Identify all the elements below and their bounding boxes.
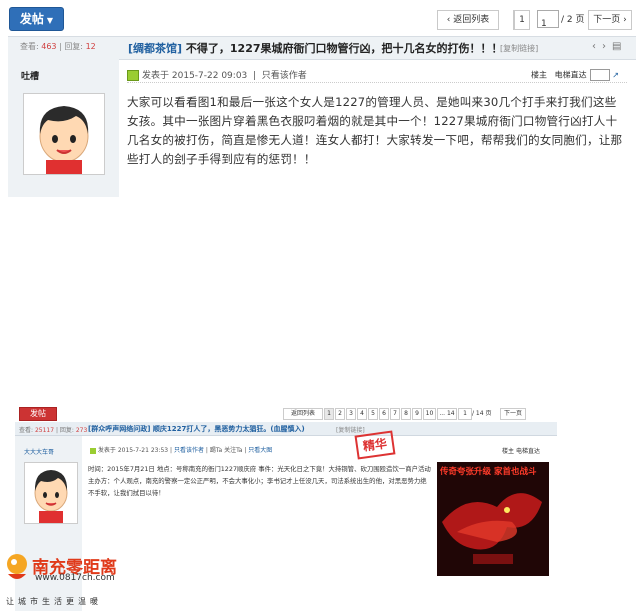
watermark-site: www.0817ch.com	[35, 573, 115, 583]
jump-go-icon[interactable]: ↗	[612, 71, 619, 80]
kick-link[interactable]: 踢Ta	[210, 447, 222, 454]
post-body: 大家可以看看图1和最后一张这个女人是1227的管理人员、是她叫来30几个打手来打…	[127, 93, 627, 169]
page-btn-5[interactable]: 5	[368, 408, 378, 420]
prev-thread-icon: ‹	[592, 41, 602, 52]
copy-link-button[interactable]: [复制链接]	[500, 43, 538, 54]
bottom-post-section: 发帖 返回列表 1 2 3 4 5 6 7 8 9 10 ... 14 1 / …	[0, 200, 639, 611]
thread-category-tag[interactable]: [绸都茶馆]	[128, 42, 182, 55]
page-btn-7[interactable]: 7	[390, 408, 400, 420]
post-time: 2015-7-22 09:03	[171, 71, 248, 81]
page-btn-10[interactable]: 10	[423, 408, 436, 420]
page-btn-8[interactable]: 8	[401, 408, 411, 420]
page-1-button-cur[interactable]: 1	[514, 10, 530, 30]
page-jump-value: 1	[541, 19, 547, 29]
next-page-button-2[interactable]: 下一页	[500, 408, 526, 420]
ad-dragon-image	[437, 462, 549, 576]
next-page-button[interactable]: 下一页 ›	[588, 10, 632, 30]
next-page-label: 下一页	[593, 15, 621, 25]
new-post-label: 发帖	[19, 12, 44, 26]
watermark-slogan: 让城市生活更温暖	[6, 597, 102, 606]
game-ad-banner[interactable]	[437, 462, 549, 576]
avatar-cartoon-icon	[39, 106, 89, 174]
avatar-cartoon-icon-2	[34, 470, 68, 523]
thread-title-2: [群众呼声网络问政] 顺庆1227打人了，黑恶势力太猖狂。(血腥慎入)	[88, 425, 305, 433]
thread-title: [绸都茶馆] 不得了，1227果城府衙门口物管行凶，把十几名女的打伤！！！	[128, 40, 503, 56]
author-name[interactable]: 吐槽	[21, 69, 39, 82]
jump-label: 电梯直达	[554, 70, 587, 80]
avatar[interactable]	[23, 93, 105, 175]
thread-title-text: 不得了，1227果城府衙门口物管行凶，把十几名女的打伤！！！	[185, 42, 503, 55]
jump-input[interactable]	[589, 69, 610, 81]
page-btn-6[interactable]: 6	[379, 408, 389, 420]
only-author-link-2[interactable]: 只看该作者	[174, 447, 204, 454]
thread-stats-2: 查看: 25117 | 回复: 273	[19, 427, 88, 434]
page-btn-9[interactable]: 9	[412, 408, 422, 420]
online-status-icon	[127, 70, 139, 81]
page-btn-4[interactable]: 4	[357, 408, 367, 420]
new-post-button[interactable]: 发帖 ▼	[9, 7, 64, 31]
page-total-2: / 14 页	[472, 410, 492, 417]
copy-link-button-2[interactable]: [复制链接]	[336, 425, 365, 434]
page-btn-1[interactable]: 1	[324, 408, 334, 420]
page-btn-3[interactable]: 3	[346, 408, 356, 420]
post-meta-2: 发表于 2015-7-21 23:53 | 只看该作者 | 踢Ta 关注Ta |…	[90, 445, 272, 454]
post-meta: 发表于 2015-7-22 09:03 | 只看该作者	[127, 68, 307, 81]
author-name-2[interactable]: 大大大车哥	[24, 447, 54, 456]
online-status-icon-2	[90, 447, 96, 454]
page-jump-input-2[interactable]: 1	[458, 408, 472, 420]
floor-label: 楼主	[531, 70, 547, 80]
page-btn-last[interactable]: ... 14	[437, 408, 457, 420]
ad-title: 传奇夸张升级 家首也战斗	[440, 467, 537, 477]
new-post-button-2[interactable]: 发帖	[19, 407, 57, 421]
site-logo-icon	[2, 550, 32, 588]
top-post-section: 发帖▼ ‹ 返回列表 1 1 1 / 2 页 下一页 › 查看: 463 | 回…	[0, 0, 639, 200]
back-to-list-label: 返回列表	[453, 15, 490, 25]
follow-link[interactable]: 关注Ta	[224, 447, 242, 454]
essence-stamp: 精华	[354, 430, 396, 460]
floor-controls: 楼主 电梯直达 ↗	[531, 69, 619, 81]
floor-controls-2: 楼主 电梯直达	[502, 448, 540, 455]
page-jump-input[interactable]: 1	[537, 10, 559, 29]
avatar-2[interactable]	[24, 462, 78, 524]
post-body-2: 时间：2015年7月21日 地点：号称南充的衙门1227顺庆府 事件：光天化日之…	[88, 465, 431, 497]
divider	[127, 82, 627, 83]
thread-tool-icons[interactable]: ‹›▤	[592, 41, 627, 52]
back-to-list-button[interactable]: ‹ 返回列表	[437, 10, 499, 30]
page-btn-2[interactable]: 2	[335, 408, 345, 420]
dropdown-caret-icon: ▼	[46, 16, 54, 25]
print-icon: ▤	[612, 41, 628, 52]
post-paragraph: 大家可以看看图1和最后一张这个女人是1227的管理人员、是她叫来30几个打手来打…	[127, 95, 623, 166]
back-to-list-button-2[interactable]: 返回列表	[283, 408, 323, 420]
only-author-link[interactable]: 只看该作者	[262, 71, 307, 81]
next-thread-icon: ›	[602, 41, 612, 52]
big-image-link[interactable]: 只看大图	[248, 447, 272, 454]
page-total: / 2 页	[561, 15, 585, 25]
thread-stats: 查看: 463 | 回复: 12	[20, 42, 96, 51]
